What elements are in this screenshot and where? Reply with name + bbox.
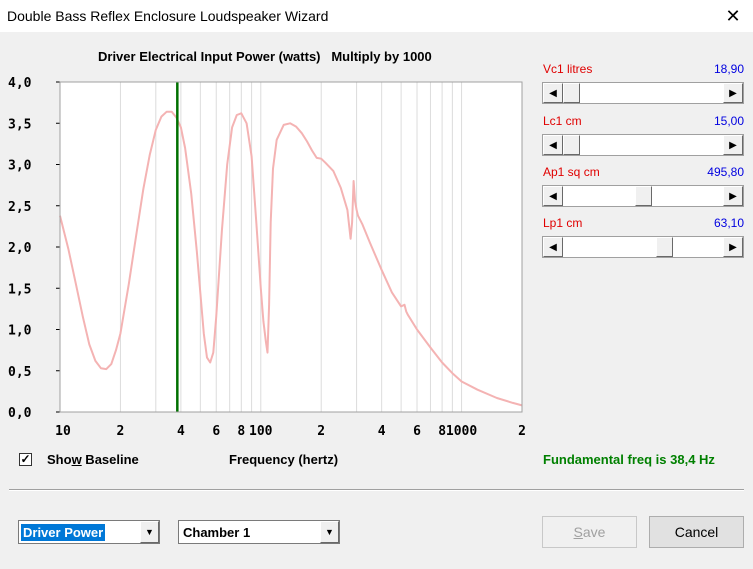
x-tick-label: 6 bbox=[413, 424, 421, 439]
scroll-right-icon[interactable]: ▶ bbox=[723, 135, 743, 155]
y-tick-label: 1,5 bbox=[8, 282, 31, 297]
x-axis-label: Frequency (hertz) bbox=[229, 452, 339, 467]
scroll-right-icon[interactable]: ▶ bbox=[723, 186, 743, 206]
x-tick-label: 1000 bbox=[446, 424, 477, 439]
chevron-down-icon[interactable]: ▼ bbox=[140, 521, 159, 543]
scroll-left-icon[interactable]: ◀ bbox=[543, 186, 563, 206]
chamber-value: Chamber 1 bbox=[183, 525, 251, 540]
scroll-thumb[interactable] bbox=[655, 237, 673, 257]
chamber-select[interactable]: Chamber 1 ▼ bbox=[178, 520, 340, 544]
slider-label: Vc1 litres bbox=[543, 62, 593, 76]
save-button[interactable]: Save bbox=[542, 516, 637, 548]
chart-title: Driver Electrical Input Power (watts) Mu… bbox=[98, 49, 432, 64]
scroll-left-icon[interactable]: ◀ bbox=[543, 135, 563, 155]
scroll-thumb[interactable] bbox=[563, 135, 580, 155]
y-tick-label: 3,0 bbox=[8, 159, 32, 174]
x-tick-label: 2 bbox=[117, 424, 125, 439]
window-title: Double Bass Reflex Enclosure Loudspeaker… bbox=[7, 8, 329, 24]
y-tick-label: 0,0 bbox=[8, 406, 32, 421]
close-icon[interactable]: ✕ bbox=[713, 0, 753, 32]
slider-value: 495,80 bbox=[707, 165, 744, 179]
chevron-down-icon[interactable]: ▼ bbox=[320, 521, 339, 543]
x-tick-label: 10 bbox=[55, 424, 71, 439]
show-baseline-checkbox[interactable]: ✓ bbox=[19, 453, 32, 466]
scroll-left-icon[interactable]: ◀ bbox=[543, 83, 563, 103]
plot-type-value: Driver Power bbox=[21, 524, 106, 541]
fundamental-freq-text: Fundamental freq is 38,4 Hz bbox=[543, 452, 715, 467]
slider-label: Lp1 cm bbox=[543, 216, 583, 230]
x-tick-label: 4 bbox=[177, 424, 185, 439]
lc1-scrollbar[interactable]: ◀ ▶ bbox=[542, 134, 744, 156]
y-tick-label: 4,0 bbox=[8, 76, 32, 91]
lp1-scrollbar[interactable]: ◀ ▶ bbox=[542, 236, 744, 258]
divider bbox=[9, 489, 744, 491]
plot-type-select[interactable]: Driver Power ▼ bbox=[18, 520, 160, 544]
slider-value: 18,90 bbox=[713, 62, 744, 76]
x-tick-label: 4 bbox=[378, 424, 386, 439]
cancel-button[interactable]: Cancel bbox=[649, 516, 744, 548]
slider-value: 63,10 bbox=[713, 216, 744, 230]
scroll-right-icon[interactable]: ▶ bbox=[723, 237, 743, 257]
power-chart: 4,03,53,02,52,01,51,00,50,010 2 4 6 8 100 2 4 6 8… bbox=[8, 76, 526, 439]
x-tick-label: 6 bbox=[212, 424, 220, 439]
x-tick-label: 2 bbox=[518, 424, 526, 439]
slider-label: Ap1 sq cm bbox=[543, 165, 600, 179]
y-tick-label: 3,5 bbox=[8, 117, 31, 132]
y-tick-label: 2,5 bbox=[8, 200, 31, 215]
slider-value: 15,00 bbox=[713, 114, 744, 128]
scroll-right-icon[interactable]: ▶ bbox=[723, 83, 743, 103]
vc1-scrollbar[interactable]: ◀ ▶ bbox=[542, 82, 744, 104]
slider-label: Lc1 cm bbox=[543, 114, 582, 128]
x-tick-label: 2 bbox=[317, 424, 325, 439]
scroll-left-icon[interactable]: ◀ bbox=[543, 237, 563, 257]
y-tick-label: 2,0 bbox=[8, 241, 32, 256]
title-bar: Double Bass Reflex Enclosure Loudspeaker… bbox=[0, 0, 753, 32]
scroll-thumb[interactable] bbox=[563, 83, 580, 103]
show-baseline-label: Show Baseline bbox=[47, 452, 139, 467]
y-tick-label: 0,5 bbox=[8, 365, 31, 380]
y-tick-label: 1,0 bbox=[8, 324, 32, 339]
scroll-thumb[interactable] bbox=[634, 186, 652, 206]
x-tick-label: 100 bbox=[249, 424, 273, 439]
ap1-scrollbar[interactable]: ◀ ▶ bbox=[542, 185, 744, 207]
x-tick-label: 8 bbox=[237, 424, 245, 439]
